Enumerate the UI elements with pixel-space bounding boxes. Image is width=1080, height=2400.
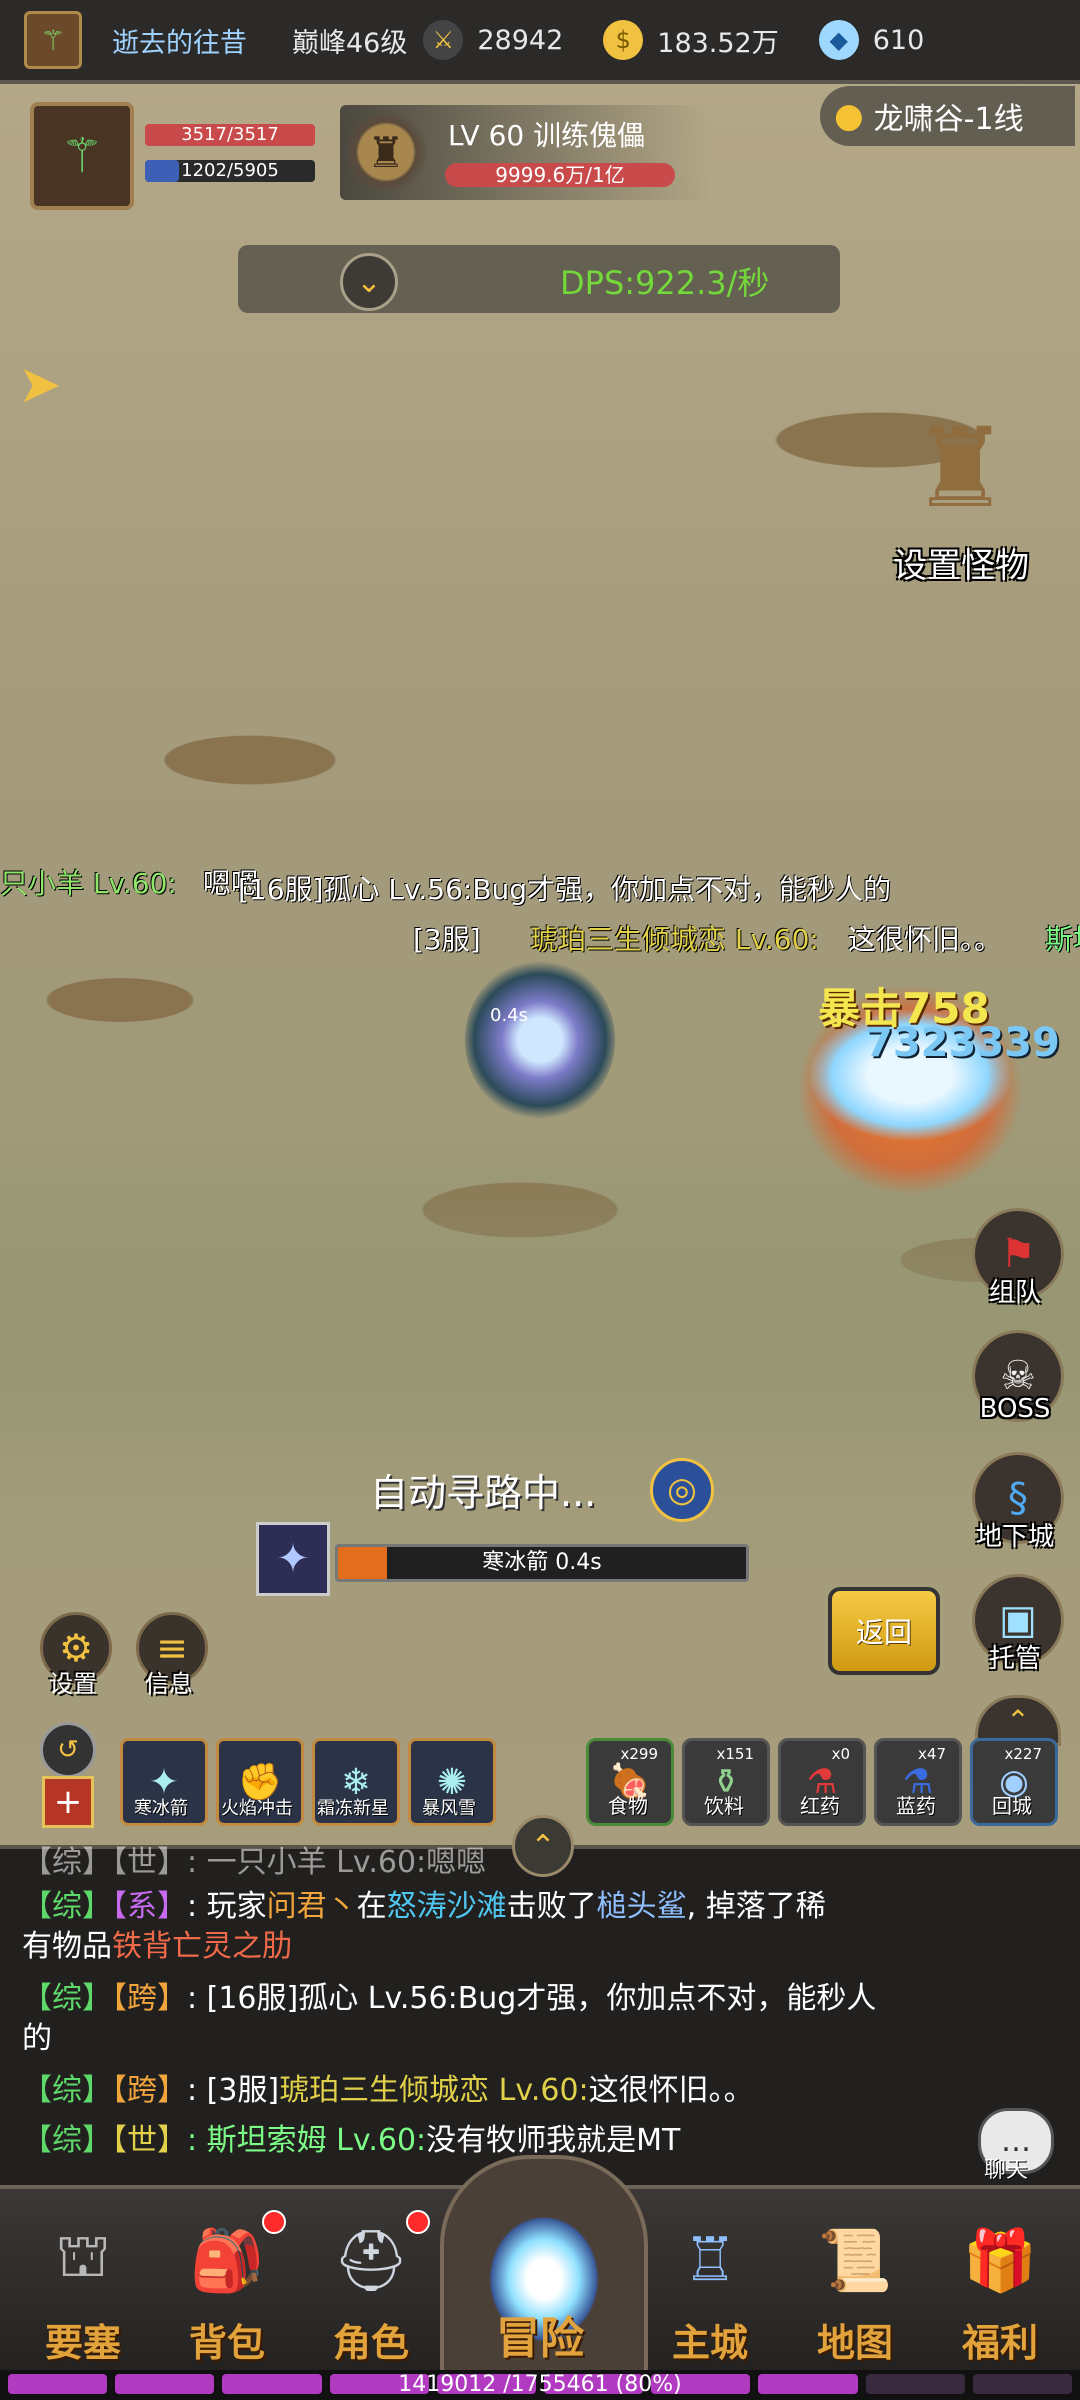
settings-label[interactable]: 设置 — [33, 1664, 113, 1699]
skill-label: 火焰冲击 — [221, 1798, 293, 1819]
notification-dot — [406, 2210, 430, 2234]
item-count: x47 — [918, 1745, 946, 1763]
gift-icon: 🎁 — [962, 2225, 1038, 2296]
golem-avatar-icon[interactable]: ♜ — [345, 108, 427, 196]
chat-panel[interactable]: 【综】【世】: 一只小羊 Lv.60:嗯嗯 【综】【系】: 玩家问君丶在怒涛沙滩… — [0, 1845, 1080, 2189]
hero-cooldown: 0.4s — [490, 1005, 529, 1026]
player-mp-fill — [145, 160, 179, 182]
top-status-bar: ⚚ 逝去的往昔 巅峰46级 ⚔ 28942 $ 183.52万 ◆ 610 — [0, 0, 1080, 84]
item-label: 食物 — [608, 1794, 648, 1818]
nav-benefits[interactable]: 🎁 福利 — [935, 2210, 1065, 2367]
item-label: 饮料 — [704, 1794, 744, 1818]
nav-adventure[interactable]: 冒险 — [475, 2300, 605, 2366]
nav-character[interactable]: ⛑ 角色 — [306, 2210, 436, 2367]
frost-bolt-icon: ✦ — [256, 1522, 330, 1596]
player-character[interactable] — [465, 960, 615, 1120]
chat-line: 【综】【世】: 斯坦索姆 Lv.60:没有牧师我就是MT — [22, 2123, 681, 2158]
item-count: x299 — [620, 1745, 658, 1763]
nav-label: 地图 — [816, 2321, 893, 2365]
team-label[interactable]: 组队 — [965, 1272, 1065, 1309]
dungeon-label[interactable]: 地下城 — [965, 1516, 1065, 1553]
item-count: x151 — [716, 1745, 754, 1763]
return-button[interactable]: 返回 — [828, 1587, 940, 1675]
nav-fortress[interactable]: ⛫ 要塞 — [18, 2210, 148, 2367]
player-mp-bar: 1202/5905 — [145, 160, 315, 182]
honor-value: 28942 — [477, 24, 564, 56]
experience-text: 1419012 /1755461 (80%) — [398, 2372, 682, 2397]
chevron-up-icon[interactable]: ⌃ — [512, 1815, 574, 1877]
chat-line: 有物品铁背亡灵之肋 — [22, 1929, 292, 1964]
floating-chat-line: [16服]孤心 Lv.56:Bug才强，你加点不对，能秒人的 — [238, 873, 892, 906]
nav-label: 主城 — [671, 2321, 748, 2365]
item-label: 回城 — [992, 1794, 1032, 1818]
staff-icon[interactable]: ⚚ — [24, 11, 82, 69]
player-mp-text: 1202/5905 — [181, 160, 279, 181]
location-name: 龙啸谷-1线 — [873, 102, 1024, 137]
chat-line: 【综】【系】: 玩家问君丶在怒涛沙滩击败了槌头鲨, 掉落了稀 — [22, 1889, 826, 1924]
diamond-icon[interactable]: ◆ — [818, 20, 859, 60]
item-label: 红药 — [800, 1794, 840, 1818]
gold-value: 183.52万 — [657, 27, 779, 59]
damage-number: 7323339 — [865, 1020, 1060, 1066]
boss-label[interactable]: BOSS — [965, 1394, 1065, 1424]
castle-icon: ♖ — [683, 2225, 737, 2295]
skill-label: 寒冰箭 — [134, 1798, 188, 1819]
pathing-icon[interactable]: ◎ — [650, 1458, 714, 1522]
diamond-value: 610 — [872, 24, 925, 56]
auto-hosting-label[interactable]: 托管 — [965, 1638, 1065, 1675]
target-hp-bar: 9999.6万/1亿 — [445, 163, 675, 187]
cast-bar: 寒冰箭 0.4s — [335, 1544, 749, 1582]
cast-label: 寒冰箭 0.4s — [482, 1550, 602, 1575]
nav-label: 背包 — [188, 2321, 265, 2365]
nav-label: 冒险 — [496, 2313, 584, 2364]
map-pin-icon: ● — [834, 96, 864, 136]
set-monster-label[interactable]: 设置怪物 — [893, 538, 1029, 587]
golem-figure-icon[interactable]: ♜ — [895, 400, 1025, 535]
nav-label: 角色 — [332, 2321, 409, 2365]
floating-chat-name: 只小羊 Lv.60: — [0, 867, 177, 900]
skill-label: 霜冻新星 — [317, 1798, 389, 1819]
auto-pathing-status: 自动寻路中... — [370, 1471, 597, 1515]
switch-skillset-icon[interactable]: ↺ — [40, 1722, 96, 1778]
sword-honor-icon: ⚔ — [423, 20, 464, 60]
item-label: 蓝药 — [896, 1794, 936, 1818]
chat-line: 【综】【世】: 一只小羊 Lv.60:嗯嗯 — [22, 1845, 487, 1880]
nav-map[interactable]: 📜 地图 — [790, 2210, 920, 2367]
expand-arrow-icon[interactable]: ➤ — [18, 355, 62, 415]
player-hp-bar: 3517/3517 — [145, 124, 315, 146]
add-skill-button[interactable]: + — [42, 1776, 94, 1828]
target-name: LV 60 训练傀儡 — [448, 119, 646, 152]
peak-level: 巅峰46级 — [292, 27, 408, 59]
chat-line: 【综】【跨】: [3服]琥珀三生倾城恋 Lv.60:这很怀旧。。 — [22, 2073, 754, 2108]
floating-chat-prefix: [3服] — [413, 923, 481, 956]
chevron-down-icon[interactable]: ⌄ — [340, 253, 398, 311]
nav-main-city[interactable]: ♖ 主城 — [645, 2210, 775, 2367]
chat-button-label[interactable]: 聊天 — [984, 2152, 1028, 2184]
nav-label: 福利 — [961, 2321, 1038, 2365]
dps-readout: DPS:922.3/秒 — [560, 264, 770, 302]
player-portrait[interactable]: ⚚ — [30, 102, 134, 210]
item-count: x0 — [831, 1745, 850, 1763]
skill-label: 暴风雪 — [422, 1798, 476, 1819]
gold-coins-icon[interactable]: $ — [603, 20, 644, 60]
location-indicator[interactable]: ● 龙啸谷-1线 — [820, 86, 1075, 146]
nav-backpack[interactable]: 🎒 背包 — [162, 2210, 292, 2367]
chat-line: 的 — [22, 2021, 52, 2056]
notification-dot — [262, 2210, 286, 2234]
info-label[interactable]: 信息 — [129, 1664, 209, 1699]
fortress-icon: ⛫ — [55, 2221, 111, 2291]
player-name: 逝去的往昔 — [112, 27, 247, 59]
item-count: x227 — [1004, 1745, 1042, 1763]
scroll-map-icon: 📜 — [817, 2225, 893, 2296]
chat-line: 【综】【跨】: [16服]孤心 Lv.56:Bug才强，你加点不对，能秒人 — [22, 1981, 877, 2016]
nav-label: 要塞 — [44, 2321, 121, 2365]
